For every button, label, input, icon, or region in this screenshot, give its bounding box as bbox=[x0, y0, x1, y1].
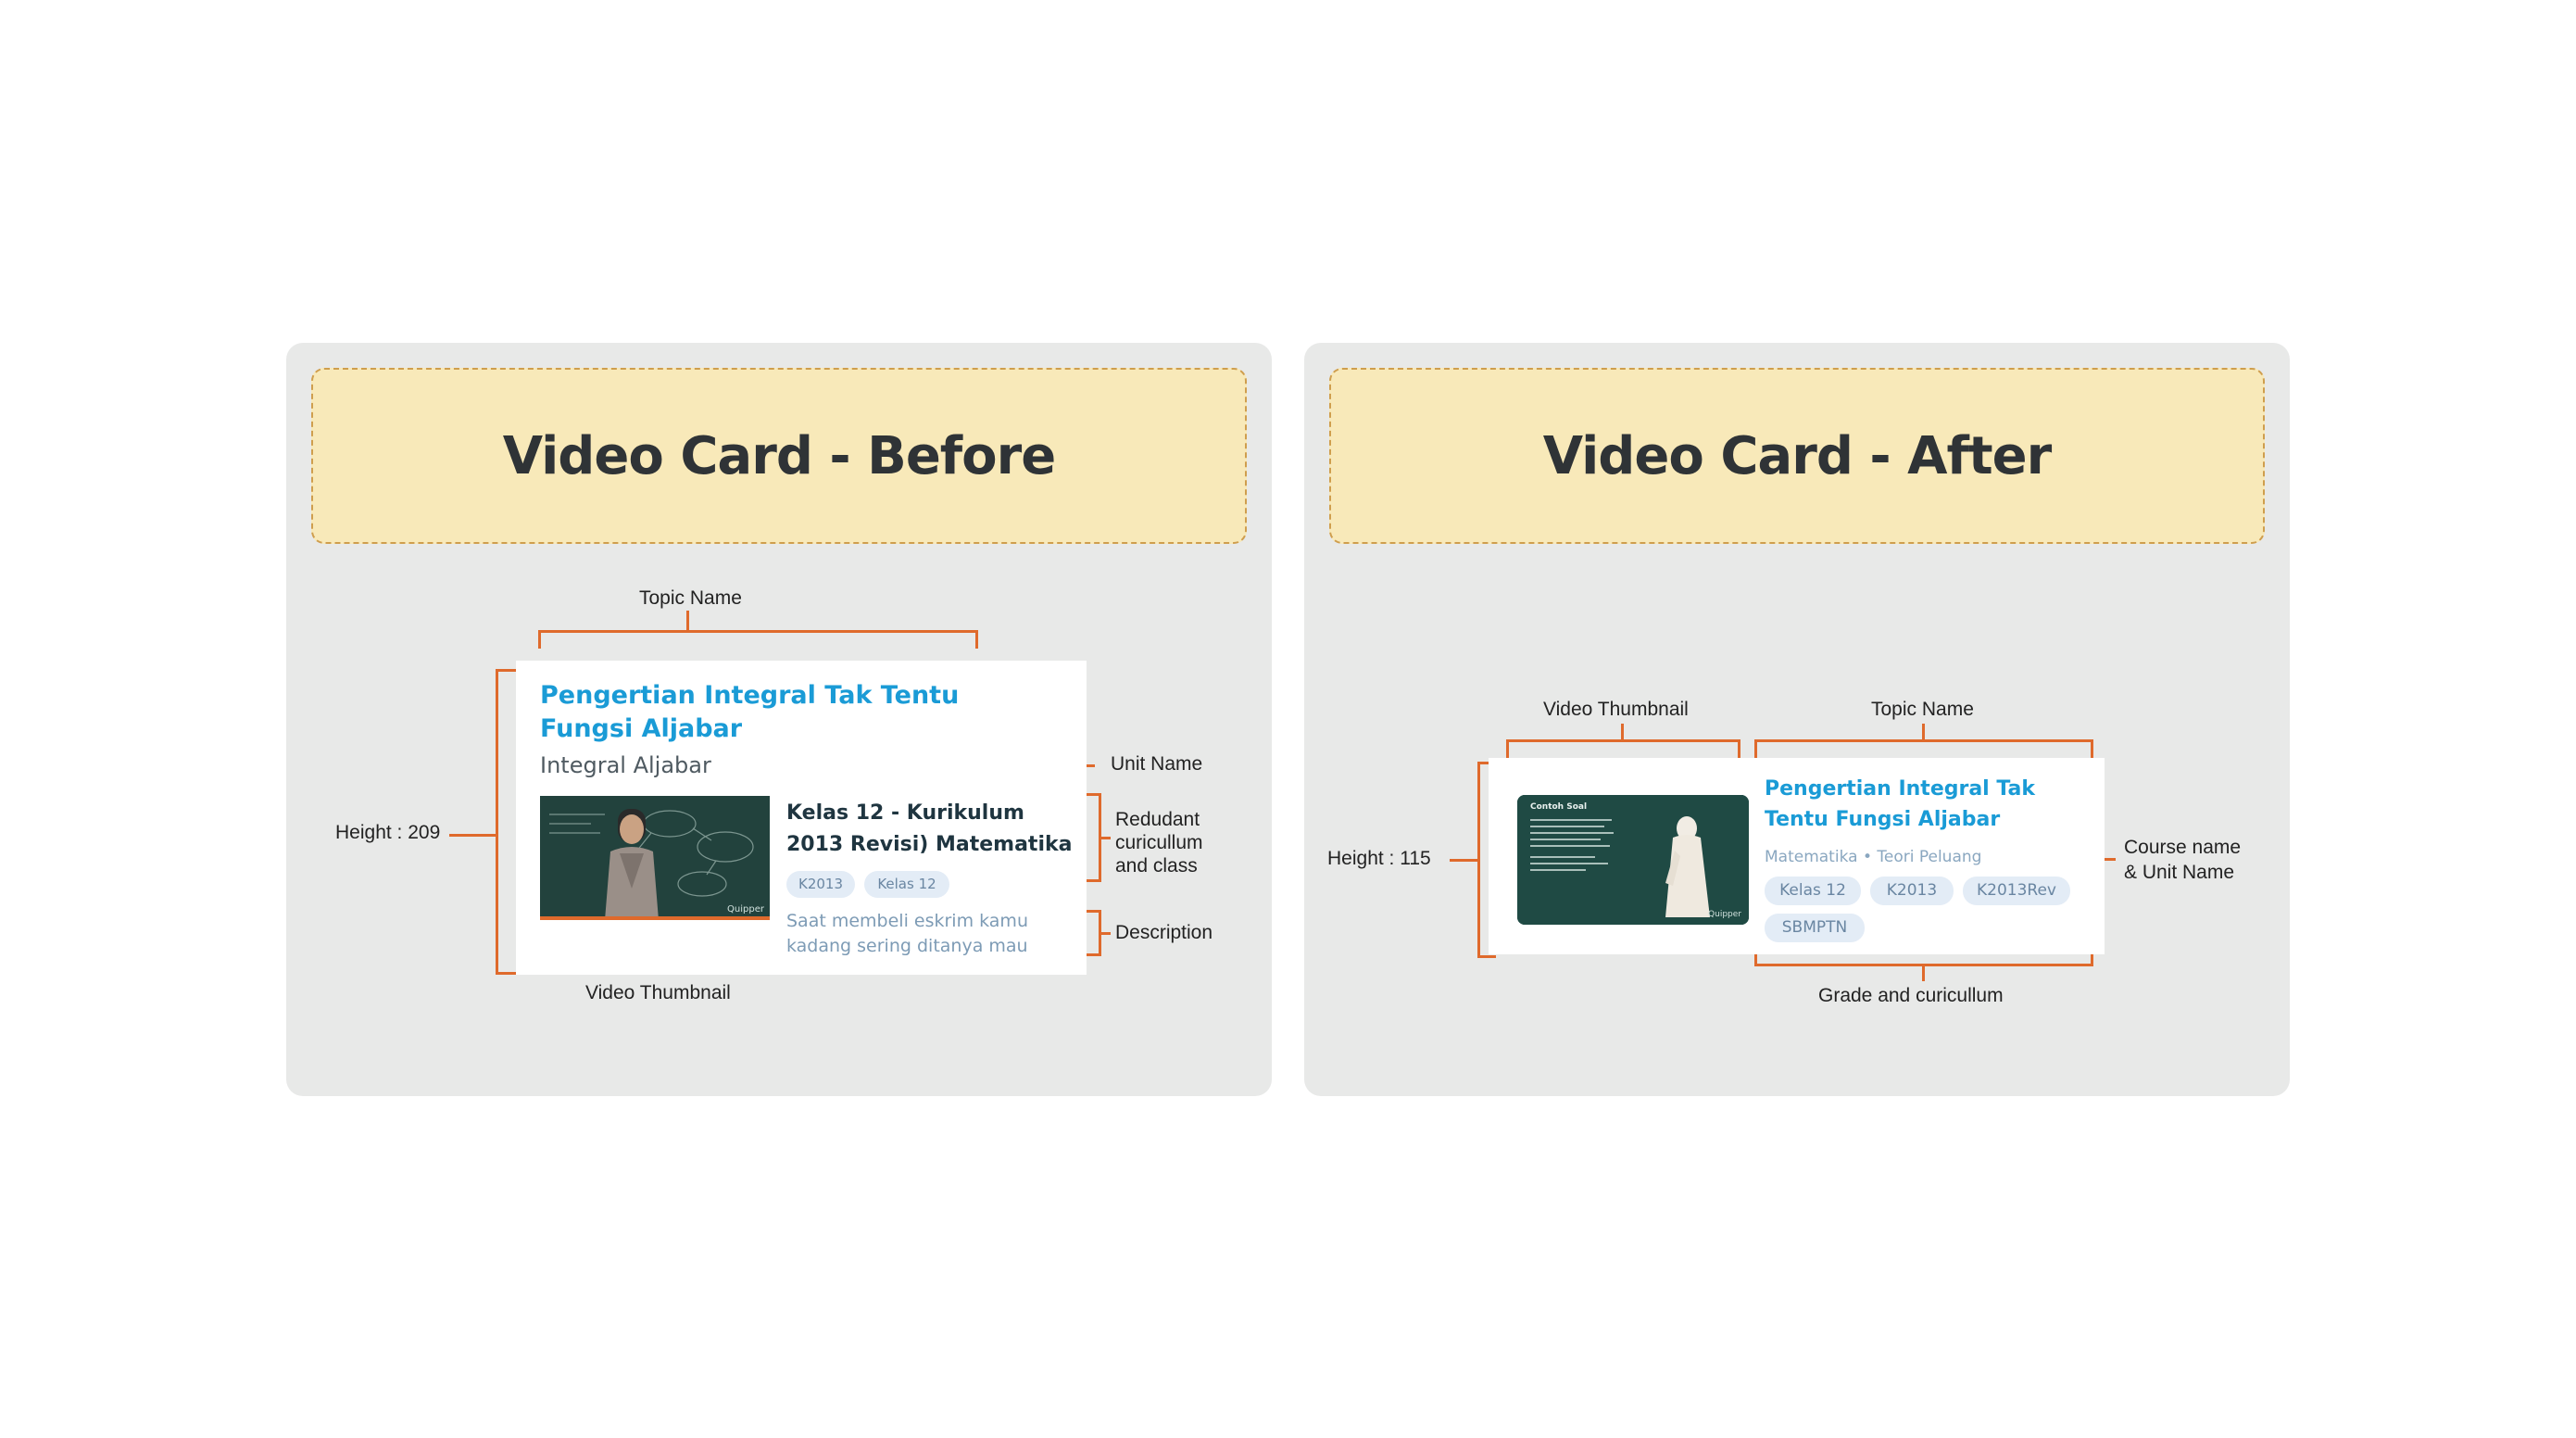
chip-class: Kelas 12 bbox=[864, 871, 949, 898]
title-box-after: Video Card - After bbox=[1329, 368, 2265, 544]
topic-name-bracket bbox=[538, 630, 978, 649]
annotation-course-unit-1: Course name bbox=[2124, 837, 2242, 858]
annotation-height: Height : 209 bbox=[335, 822, 441, 843]
annotation-description: Description bbox=[1115, 922, 1213, 943]
topic-name-bracket bbox=[1754, 739, 2093, 758]
annotation-topic-name: Topic Name bbox=[1871, 699, 1974, 720]
topic-name[interactable]: Pengertian Integral Tak Tentu Fungsi Alj… bbox=[540, 679, 1040, 746]
panel-title-before: Video Card - Before bbox=[502, 425, 1057, 486]
chip-exam: SBMPTN bbox=[1765, 914, 1865, 942]
video-card-before[interactable]: Pengertian Integral Tak Tentu Fungsi Alj… bbox=[516, 661, 1087, 975]
redundant-connector bbox=[1101, 837, 1111, 839]
panel-before: Video Card - Before Topic Name Height : … bbox=[286, 343, 1272, 1096]
unit-name: Integral Aljabar bbox=[540, 752, 711, 778]
thumbnail-watermark: Quipper bbox=[1708, 910, 1741, 919]
chip-curriculum-rev: K2013Rev bbox=[1963, 877, 2070, 905]
chip-grade: Kelas 12 bbox=[1765, 877, 1861, 905]
thumbnail-bracket bbox=[1506, 739, 1740, 758]
thumbnail-connector bbox=[1621, 724, 1624, 740]
course-unit-name: Matematika • Teori Peluang bbox=[1765, 848, 1982, 866]
annotation-video-thumbnail: Video Thumbnail bbox=[585, 982, 731, 1003]
panel-after: Video Card - After Video Thumbnail Topic… bbox=[1304, 343, 2290, 1096]
annotation-height: Height : 115 bbox=[1327, 848, 1431, 869]
chip-curriculum: K2013 bbox=[1870, 877, 1954, 905]
annotation-course-unit-2: & Unit Name bbox=[2124, 862, 2235, 883]
annotation-redundant-3: and class bbox=[1115, 855, 1198, 877]
height-bracket bbox=[496, 669, 516, 975]
thumbnail-watermark: Quipper bbox=[727, 904, 764, 915]
description-connector bbox=[1101, 932, 1111, 935]
annotation-unit-name: Unit Name bbox=[1111, 753, 1203, 775]
height-connector bbox=[1450, 859, 1477, 862]
topic-name[interactable]: Pengertian Integral Tak Tentu Fungsi Alj… bbox=[1765, 774, 2098, 835]
annotation-redundant-1: Redudant bbox=[1115, 809, 1200, 830]
annotation-topic-name: Topic Name bbox=[639, 587, 742, 609]
thumbnail-image bbox=[1517, 795, 1749, 925]
annotation-redundant-2: curicullum bbox=[1115, 832, 1203, 853]
thumbnail-heading: Contoh Soal bbox=[1530, 802, 1588, 812]
thumbnail-image bbox=[540, 796, 770, 920]
chip-curriculum: K2013 bbox=[786, 871, 855, 898]
annotation-video-thumbnail: Video Thumbnail bbox=[1543, 699, 1689, 720]
height-connector bbox=[449, 834, 496, 837]
topic-name-connector bbox=[686, 611, 689, 631]
title-box-before: Video Card - Before bbox=[311, 368, 1247, 544]
topic-name-connector bbox=[1922, 724, 1925, 740]
annotation-grade-curriculum: Grade and curicullum bbox=[1818, 985, 2004, 1006]
video-thumbnail[interactable]: Quipper bbox=[540, 796, 770, 920]
course-title: Kelas 12 - Kurikulum 2013 Revisi) Matema… bbox=[786, 801, 1073, 856]
panel-title-after: Video Card - After bbox=[1542, 425, 2052, 486]
grade-curriculum-connector bbox=[1922, 966, 1925, 981]
video-card-after[interactable]: Contoh Soal Quipper Pengertian Integral … bbox=[1489, 758, 2105, 954]
video-thumbnail[interactable]: Contoh Soal Quipper bbox=[1517, 795, 1749, 925]
description: Saat membeli eskrim kamu kadang sering d… bbox=[786, 911, 1028, 956]
